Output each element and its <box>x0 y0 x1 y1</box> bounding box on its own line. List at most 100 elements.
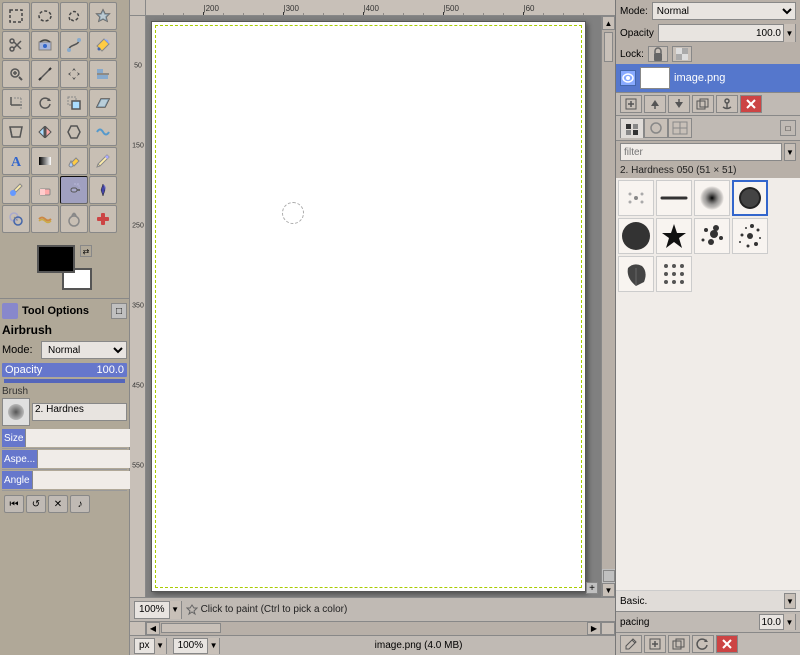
scrollbar-track[interactable] <box>602 30 615 569</box>
tool-airbrush[interactable] <box>60 176 88 204</box>
layers-mode-select[interactable]: Normal Dissolve Multiply <box>652 2 796 20</box>
layers-opacity-arrow[interactable]: ▼ <box>783 24 795 42</box>
tool-heal[interactable] <box>89 205 117 233</box>
h-scroll-track[interactable] <box>160 622 587 635</box>
canvas-wrapper[interactable]: + <box>146 16 601 597</box>
brush-cell-3[interactable] <box>694 180 730 216</box>
tool-measure[interactable] <box>31 60 59 88</box>
tool-eraser[interactable] <box>31 176 59 204</box>
tool-pencil[interactable] <box>89 147 117 175</box>
tool-rect-select[interactable] <box>2 2 30 30</box>
tool-crop[interactable] <box>2 89 30 117</box>
unit-selector[interactable]: px ▼ <box>134 638 167 654</box>
zoom-footer-dropdown[interactable]: ▼ <box>207 638 219 654</box>
layer-duplicate-btn[interactable] <box>692 95 714 113</box>
tool-clone[interactable] <box>2 205 30 233</box>
zoom-display[interactable]: 100% ▼ <box>134 601 182 619</box>
brush-filter-row: ▼ <box>616 141 800 163</box>
opacity-slider[interactable] <box>4 379 125 383</box>
brush-cell-8[interactable] <box>732 218 768 254</box>
brush-cell-7[interactable] <box>694 218 730 254</box>
tool-perspective[interactable] <box>2 118 30 146</box>
tool-blend[interactable] <box>31 147 59 175</box>
h-scroll-thumb[interactable] <box>161 623 221 633</box>
brush-tab-pattern[interactable] <box>668 118 692 138</box>
brush-duplicate-btn[interactable] <box>668 635 690 653</box>
tool-fuzzy-select[interactable] <box>89 2 117 30</box>
brush-refresh-btn[interactable] <box>692 635 714 653</box>
tool-paths[interactable] <box>60 31 88 59</box>
zoom-dropdown-btn[interactable]: ▼ <box>169 601 181 619</box>
tool-text[interactable]: A <box>2 147 30 175</box>
tool-color-picker[interactable] <box>89 31 117 59</box>
brush-delete-btn[interactable] <box>716 635 738 653</box>
brush-name-field[interactable]: 2. Hardnes <box>32 403 127 421</box>
h-scroll-right-btn[interactable]: ▶ <box>587 622 601 635</box>
mode-select[interactable]: Normal Dissolve Multiply <box>41 341 127 359</box>
to-delete-btn[interactable]: ✕ <box>48 495 68 513</box>
tool-foreground-select[interactable] <box>31 31 59 59</box>
brush-category-dropdown[interactable]: ▼ <box>784 593 796 609</box>
tool-align[interactable] <box>89 60 117 88</box>
brush-filter-dropdown[interactable]: ▼ <box>784 143 796 161</box>
brush-panel-expand[interactable]: □ <box>780 120 796 136</box>
lock-pixels-btn[interactable] <box>648 46 668 62</box>
tool-options-collapse-btn[interactable]: □ <box>111 303 127 319</box>
layer-anchor-btn[interactable] <box>716 95 738 113</box>
tool-shear[interactable] <box>89 89 117 117</box>
tool-paintbrush[interactable] <box>2 176 30 204</box>
scrollbar-down-btn[interactable]: ▼ <box>602 583 615 597</box>
scrollbar-thumb[interactable] <box>604 32 613 62</box>
lock-alpha-btn[interactable] <box>672 46 692 62</box>
tool-scissors[interactable] <box>2 31 30 59</box>
layer-up-btn[interactable] <box>644 95 666 113</box>
layer-delete-btn[interactable] <box>740 95 762 113</box>
brush-cell-10[interactable] <box>656 256 692 292</box>
brush-new-btn[interactable] <box>644 635 666 653</box>
brush-filter-input[interactable] <box>620 143 782 161</box>
tool-ink[interactable] <box>89 176 117 204</box>
tool-bucket[interactable] <box>60 147 88 175</box>
brush-cell-1[interactable] <box>618 180 654 216</box>
spacing-field[interactable]: 10.0 ▼ <box>759 614 796 630</box>
scrollbar-right[interactable]: ▲ ▼ <box>601 16 615 597</box>
layer-visibility-btn[interactable] <box>620 70 636 86</box>
brush-edit-btn[interactable] <box>620 635 642 653</box>
tool-move[interactable] <box>60 60 88 88</box>
to-save-btn[interactable]: ♪ <box>70 495 90 513</box>
brush-tab-color[interactable] <box>644 118 668 138</box>
tool-zoom[interactable] <box>2 60 30 88</box>
layer-item[interactable]: image.png <box>616 64 800 92</box>
tool-scale[interactable] <box>60 89 88 117</box>
scrollbar-up-btn[interactable]: ▲ <box>602 16 615 30</box>
tool-warp[interactable] <box>89 118 117 146</box>
to-reset-btn[interactable]: ⏮ <box>4 495 24 513</box>
unit-dropdown[interactable]: ▼ <box>154 638 166 654</box>
brush-cell-4[interactable] <box>732 180 768 216</box>
brush-tab-all[interactable] <box>620 118 644 138</box>
scrollbar-resize[interactable] <box>603 570 615 582</box>
brush-cell-6[interactable] <box>656 218 692 254</box>
tool-flip[interactable] <box>31 118 59 146</box>
layer-new-btn[interactable] <box>620 95 642 113</box>
opacity-row[interactable]: Opacity 100.0 <box>2 363 127 377</box>
h-scroll-left-btn[interactable]: ◀ <box>146 622 160 635</box>
tool-rotate[interactable] <box>31 89 59 117</box>
brush-cell-2[interactable] <box>656 180 692 216</box>
brush-preview[interactable] <box>2 398 30 426</box>
swap-colors[interactable]: ⇄ <box>80 245 92 257</box>
fg-color-swatch[interactable] <box>37 245 75 273</box>
layer-down-btn[interactable] <box>668 95 690 113</box>
svg-text:A: A <box>11 155 22 169</box>
tool-cage[interactable] <box>60 118 88 146</box>
tool-lasso[interactable] <box>60 2 88 30</box>
layers-opacity-field[interactable]: 100.0 ▼ <box>658 24 796 42</box>
tool-ellipse-select[interactable] <box>31 2 59 30</box>
brush-cell-9[interactable] <box>618 256 654 292</box>
brush-cell-5[interactable] <box>618 218 654 254</box>
zoom-footer[interactable]: 100% ▼ <box>173 638 221 654</box>
spacing-arrow[interactable]: ▼ <box>783 614 795 630</box>
tool-smudge[interactable] <box>31 205 59 233</box>
tool-dodge[interactable] <box>60 205 88 233</box>
to-refresh-btn[interactable]: ↺ <box>26 495 46 513</box>
